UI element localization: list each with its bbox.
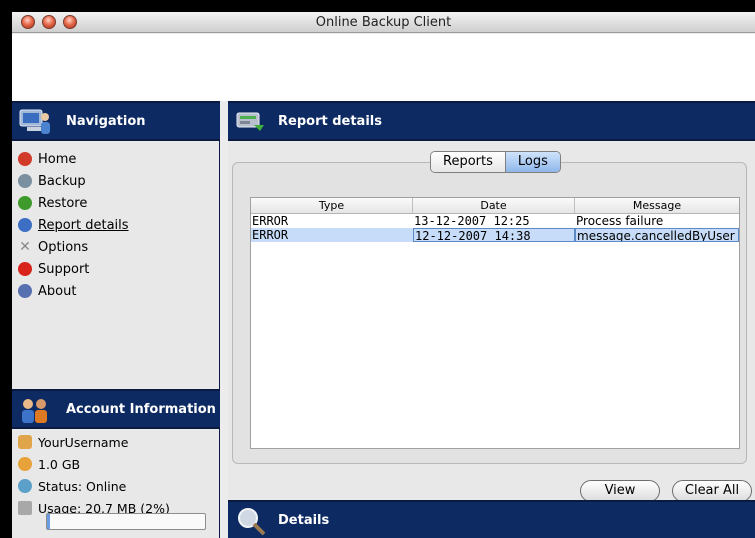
sidebar: Navigation Home Backup Restore Report de… — [12, 101, 220, 538]
account-status: Status: Online — [18, 475, 170, 497]
username-text: YourUsername — [38, 434, 129, 450]
cell-date: 12-12-2007 14:38 — [413, 228, 575, 242]
nav-item-label: Options — [38, 239, 89, 255]
column-header-date[interactable]: Date — [413, 198, 575, 213]
table-header: Type Date Message — [251, 198, 739, 214]
usage-progress-bar — [46, 513, 206, 530]
account-quota: 1.0 GB — [18, 453, 170, 475]
nav-item-backup[interactable]: Backup — [18, 170, 129, 192]
cell-message: Process failure — [576, 214, 664, 228]
nav-item-label: Support — [38, 261, 90, 277]
options-icon: ✕ — [19, 239, 31, 255]
disk-icon — [18, 501, 32, 515]
report-title: Report details — [278, 114, 382, 129]
account-username: YourUsername — [18, 431, 170, 453]
nav-item-label: About — [38, 283, 77, 299]
view-button[interactable]: View — [580, 480, 660, 502]
navigation-title: Navigation — [66, 114, 146, 129]
restore-icon — [18, 196, 32, 210]
nav-item-label: Restore — [38, 195, 88, 211]
nav-item-home[interactable]: Home — [18, 148, 129, 170]
backup-icon — [18, 174, 32, 188]
column-header-message[interactable]: Message — [575, 198, 739, 213]
app-window: Online Backup Client Navigation Home Bac… — [12, 12, 755, 538]
window-title: Online Backup Client — [315, 15, 452, 30]
cell-type: ERROR — [252, 214, 289, 228]
logs-table: Type Date Message ERROR 13-12-2007 12:25… — [250, 197, 740, 449]
column-header-type[interactable]: Type — [251, 198, 413, 213]
status-text: Status: Online — [38, 478, 127, 494]
main-panel: Report details Reports Logs Type Date Me… — [228, 101, 755, 538]
cell-type: ERROR — [252, 228, 289, 242]
nav-item-support[interactable]: Support — [18, 258, 129, 280]
magnifier-icon — [238, 508, 266, 536]
usage-progress-fill — [47, 514, 51, 529]
tab-logs[interactable]: Logs — [504, 152, 560, 172]
report-header-icon — [236, 112, 264, 131]
nav-list: Home Backup Restore Report details ✕ Opt… — [18, 148, 129, 302]
tab-reports[interactable]: Reports — [431, 152, 505, 172]
details-title: Details — [278, 513, 330, 528]
nav-item-label: Backup — [38, 173, 86, 189]
nav-item-options[interactable]: ✕ Options — [18, 236, 129, 258]
navigation-header: Navigation — [12, 101, 220, 141]
users-icon — [22, 399, 47, 423]
nav-item-label: Home — [38, 151, 77, 167]
cell-date: 13-12-2007 12:25 — [414, 214, 530, 228]
account-header: Account Information — [12, 389, 220, 429]
report-icon — [18, 218, 32, 232]
toolbar-area — [12, 34, 755, 101]
nav-item-report-details[interactable]: Report details — [18, 214, 129, 236]
computer-user-icon — [19, 109, 50, 134]
title-bar: Online Backup Client — [12, 12, 755, 33]
home-icon — [18, 152, 32, 166]
account-list: YourUsername 1.0 GB Status: Online Usage… — [18, 431, 170, 519]
about-icon — [18, 284, 32, 298]
storage-icon — [18, 457, 32, 471]
clear-all-button[interactable]: Clear All — [672, 480, 752, 502]
nav-item-label: Report details — [38, 217, 129, 233]
nav-item-about[interactable]: About — [18, 280, 129, 302]
quota-text: 1.0 GB — [38, 456, 81, 472]
support-icon — [18, 262, 32, 276]
table-row[interactable]: ERROR 13-12-2007 12:25 Process failure — [251, 214, 739, 228]
nav-item-restore[interactable]: Restore — [18, 192, 129, 214]
table-row[interactable]: ERROR 12-12-2007 14:38 message.cancelled… — [251, 228, 739, 242]
cell-message: message.cancelledByUser — [575, 228, 739, 242]
user-icon — [18, 435, 32, 449]
status-icon — [18, 479, 32, 493]
details-header: Details — [228, 500, 755, 538]
report-tabs: Reports Logs — [430, 151, 561, 173]
account-title: Account Information — [66, 402, 216, 417]
report-header: Report details — [228, 101, 755, 141]
